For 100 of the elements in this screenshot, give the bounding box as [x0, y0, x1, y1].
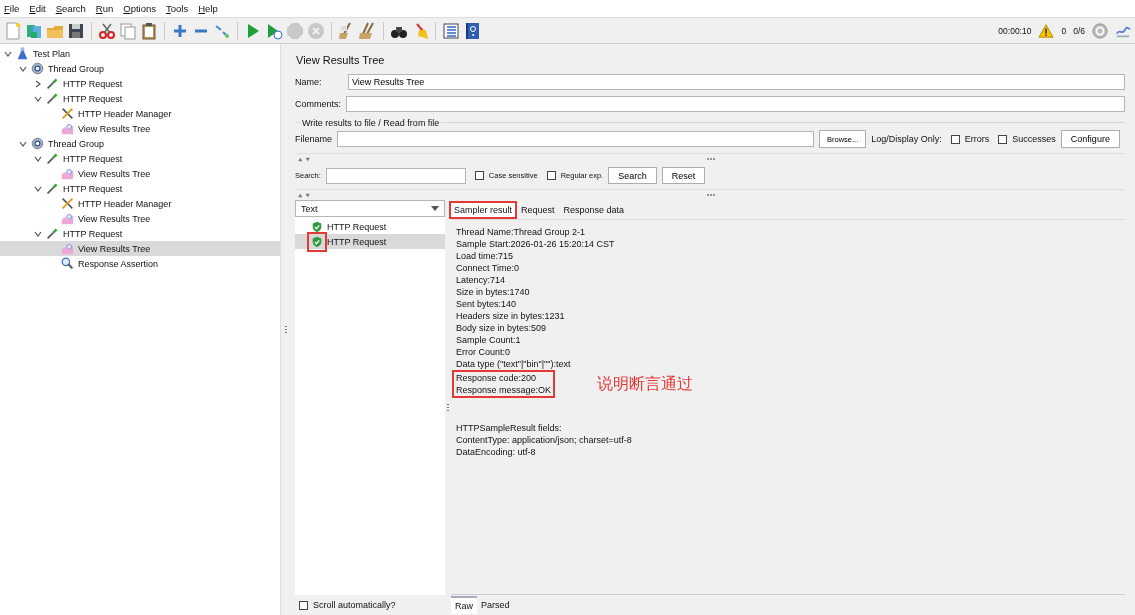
tree-item-label: HTTP Request [63, 93, 123, 104]
splitter-grip-icon[interactable] [706, 193, 716, 197]
chart-icon [61, 167, 74, 180]
log-display-label: Log/Display Only: [871, 134, 942, 144]
result-line: Headers size in bytes:1231 [456, 310, 566, 322]
tree-item[interactable]: HTTP Request [0, 181, 280, 196]
name-field[interactable]: View Results Tree [348, 74, 1125, 90]
menu-item[interactable]: Run [95, 3, 114, 14]
pipette-icon [46, 92, 59, 105]
checkbox[interactable] [950, 134, 960, 144]
result-line: Latency:714 [456, 274, 507, 286]
checkbox[interactable] [546, 171, 556, 180]
thread-count: 0/6 [1073, 25, 1085, 36]
tree-item-label: HTTP Header Manager [78, 198, 172, 209]
result-line: Body size in bytes:509 [456, 322, 548, 334]
tab[interactable]: Raw [451, 596, 477, 614]
tree-item[interactable]: Test Plan [0, 46, 280, 61]
tree-item[interactable]: View Results Tree [0, 241, 280, 256]
menu-item[interactable]: Search [55, 3, 86, 14]
chart-icon [61, 242, 74, 255]
filename-field[interactable] [337, 131, 814, 147]
result-item[interactable]: HTTP Request [295, 234, 445, 249]
tree-item-label: Response Assertion [78, 258, 159, 269]
tree-item-label: HTTP Request [63, 78, 123, 89]
checkbox-label: Successes [1012, 134, 1056, 144]
result-line: Thread Name:Thread Group 2-1 [456, 226, 587, 238]
tree-item-label: View Results Tree [78, 168, 151, 179]
renderer-dropdown[interactable]: Text [295, 200, 445, 217]
checkbox-label: Scroll automatically? [313, 600, 396, 610]
pipette-icon [46, 182, 59, 195]
tree-item[interactable]: Thread Group [0, 61, 280, 76]
tree-item-label: View Results Tree [78, 213, 151, 224]
tree-item-label: View Results Tree [78, 243, 151, 254]
checkbox[interactable] [299, 600, 308, 610]
collapse-arrows-icon[interactable] [297, 192, 311, 198]
result-line: Load time:715 [456, 250, 515, 262]
chevron-right-icon[interactable] [33, 78, 43, 89]
menu-item[interactable]: Edit [29, 3, 46, 14]
pipette-icon [46, 227, 59, 240]
tree-item[interactable]: HTTP Request [0, 151, 280, 166]
tab[interactable]: Parsed [477, 597, 514, 613]
tree-item-label: Thread Group [48, 138, 105, 149]
result-line: ContentType: application/json; charset=utf-8 [456, 434, 633, 446]
checkbox-label: Errors [964, 134, 990, 144]
result-line: Response message:OK [456, 384, 552, 396]
reset-button[interactable]: Reset [661, 167, 706, 184]
result-line: Sample Count:1 [456, 334, 522, 346]
play-clock-icon[interactable] [265, 21, 283, 40]
broom-stack-icon[interactable] [359, 21, 377, 40]
tree-item[interactable]: HTTP Request [0, 76, 280, 91]
tree-item[interactable]: Response Assertion [0, 256, 280, 271]
menu-item[interactable]: Tools [166, 3, 189, 14]
save-icon[interactable] [67, 21, 85, 40]
tree-item[interactable]: View Results Tree [0, 121, 280, 136]
comments-field[interactable] [346, 96, 1125, 112]
tree-item[interactable]: View Results Tree [0, 166, 280, 181]
elapsed-time: 00:00:10 [998, 25, 1032, 36]
search-button[interactable]: Search [608, 167, 657, 184]
warning-icon[interactable] [1038, 22, 1055, 39]
tree-item[interactable]: HTTP Request [0, 226, 280, 241]
group-title: Write results to file / Read from file [300, 118, 442, 128]
pipette-icon [46, 152, 59, 165]
result-line: Response code:200 [456, 372, 538, 384]
scissors-icon[interactable] [98, 21, 116, 40]
checkbox[interactable] [998, 134, 1008, 144]
checkbox[interactable] [474, 171, 484, 180]
splitter-grip-icon[interactable] [706, 157, 716, 161]
configure-button[interactable]: Configure [1060, 130, 1120, 148]
chart-icon [61, 122, 74, 135]
menu-item[interactable]: Options [123, 3, 157, 14]
tools-icon [61, 197, 74, 210]
help-book-icon[interactable] [463, 21, 481, 40]
tree-item[interactable]: View Results Tree [0, 211, 280, 226]
tools-icon [61, 107, 74, 120]
result-item[interactable]: HTTP Request [295, 219, 445, 234]
menu-item[interactable]: File [4, 3, 20, 14]
tab[interactable]: Sampler result [451, 202, 516, 217]
tree-item-label: HTTP Request [63, 153, 123, 164]
menu-item[interactable]: Help [198, 3, 218, 14]
tree-item[interactable]: HTTP Header Manager [0, 106, 280, 121]
circle-icon[interactable] [1092, 22, 1108, 39]
tree-item-label: Thread Group [48, 63, 105, 74]
tab[interactable]: Response data [560, 202, 628, 217]
collapse-arrows-icon[interactable] [297, 156, 311, 162]
result-line: Sample Start:2026-01-26 15:20:14 CST [456, 238, 616, 250]
result-line: Connect Time:0 [456, 262, 521, 274]
tree-item[interactable]: HTTP Header Manager [0, 196, 280, 211]
result-line: Data type ("text"|"bin"|""):text [456, 358, 572, 370]
tree-item[interactable]: Thread Group [0, 136, 280, 151]
panel-title: View Results Tree [295, 53, 386, 68]
field-label: Name: [295, 77, 323, 87]
clipboard-icon[interactable] [140, 21, 158, 40]
tree-item-label: HTTP Request [63, 228, 123, 239]
tree-item-label: HTTP Request [63, 183, 123, 194]
tree-item[interactable]: HTTP Request [0, 91, 280, 106]
search-field[interactable] [325, 167, 466, 184]
pipette-icon [46, 77, 59, 90]
tab[interactable]: Request [518, 202, 558, 217]
chart-icon [61, 212, 74, 225]
result-line: Sent bytes:140 [456, 298, 518, 310]
